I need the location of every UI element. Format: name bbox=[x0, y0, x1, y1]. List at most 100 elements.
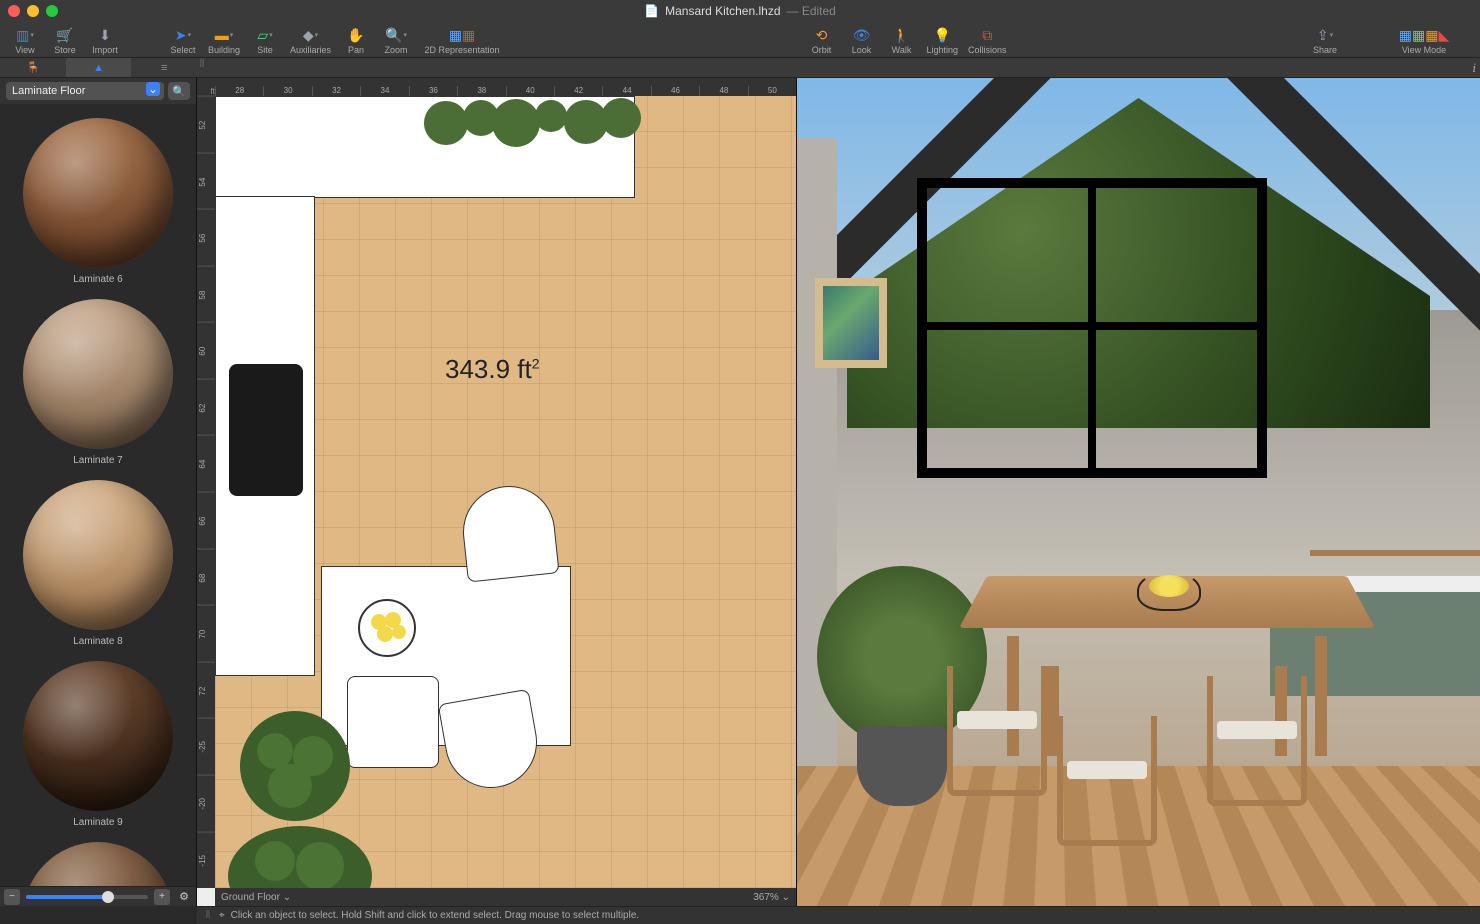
panel-splitter-bottom[interactable]: ⦀ bbox=[203, 910, 213, 921]
floor-plan-viewport[interactable]: 343.9 ft2 bbox=[215, 96, 796, 888]
site-icon: ▱▾ bbox=[254, 26, 276, 44]
material-item[interactable] bbox=[0, 832, 196, 886]
titlebar: 📄 Mansard Kitchen.lhzd — Edited bbox=[0, 0, 1480, 22]
view-icon: ▥▾ bbox=[14, 26, 36, 44]
import-button[interactable]: ⬇Import bbox=[86, 26, 124, 55]
settings-icon[interactable]: ⚙ bbox=[176, 889, 192, 905]
aux-label: Auxiliaries bbox=[290, 45, 331, 55]
store-button[interactable]: 🛒Store bbox=[46, 26, 84, 55]
collisions-button[interactable]: ⧉Collisions bbox=[964, 26, 1011, 55]
status-hint: Click an object to select. Hold Shift an… bbox=[231, 910, 640, 921]
window-frame bbox=[917, 178, 1267, 478]
store-label: Store bbox=[54, 45, 76, 55]
bulb-icon: 💡 bbox=[931, 26, 953, 44]
info-button[interactable]: i bbox=[1472, 60, 1476, 76]
2d-representation-button[interactable]: ▦ ▦2D Representation bbox=[417, 26, 507, 55]
walk-tool[interactable]: 🚶Walk bbox=[883, 26, 921, 55]
material-filter-select[interactable]: Laminate Floor bbox=[6, 82, 164, 100]
select-tool[interactable]: ➤▾Select bbox=[164, 26, 202, 55]
chevron-icon: ⌄ bbox=[782, 892, 790, 903]
import-icon: ⬇ bbox=[94, 26, 116, 44]
library-tab-materials[interactable]: ▲ bbox=[66, 58, 132, 77]
view-menu[interactable]: ▥▾View bbox=[6, 26, 44, 55]
search-icon: 🔍 bbox=[172, 85, 186, 98]
status-mode-icon: ⌖ bbox=[219, 910, 225, 921]
fruit-bowl-2d[interactable] bbox=[355, 596, 419, 663]
lighting-button[interactable]: 💡Lighting bbox=[923, 26, 963, 55]
zoom-slider[interactable] bbox=[26, 895, 148, 899]
material-label: Laminate 9 bbox=[73, 817, 122, 828]
minimize-window-button[interactable] bbox=[27, 5, 39, 17]
chair-3d-1 bbox=[947, 666, 1047, 796]
collisions-label: Collisions bbox=[968, 45, 1007, 55]
filename: Mansard Kitchen.lhzd bbox=[665, 4, 780, 18]
vertical-ruler: 5254565860626466687072-25-20-15 bbox=[197, 96, 215, 888]
material-item[interactable]: Laminate 7 bbox=[0, 289, 196, 470]
sidebar-panel-tabs: 🪑 ▲ ≡ ⦀ i bbox=[0, 58, 1480, 78]
share-button[interactable]: ⇪▾Share bbox=[1306, 26, 1344, 55]
orbit-icon: ⟲ bbox=[811, 26, 833, 44]
material-label: Laminate 6 bbox=[73, 274, 122, 285]
sidebar-footer: − + ⚙ bbox=[0, 886, 196, 906]
library-tab-list[interactable]: ≡ bbox=[131, 58, 197, 77]
chair-3d-2 bbox=[1057, 716, 1157, 846]
chevron-icon: ⌄ bbox=[283, 892, 291, 903]
share-icon: ⇪▾ bbox=[1314, 26, 1336, 44]
chair-3d-3 bbox=[1207, 676, 1307, 806]
bush-2[interactable] bbox=[225, 816, 375, 888]
panel-splitter-left[interactable]: ⦀ bbox=[197, 58, 207, 77]
select-label: Select bbox=[170, 45, 195, 55]
zoom-label: Zoom bbox=[385, 45, 408, 55]
chair-3[interactable] bbox=[347, 676, 439, 768]
canvas-footer: Ground Floor ⌄ 367% ⌄ bbox=[215, 888, 796, 906]
floor-level-select[interactable]: Ground Floor ⌄ bbox=[221, 892, 291, 903]
list-icon: ≡ bbox=[161, 62, 167, 74]
library-tab-furniture[interactable]: 🪑 bbox=[0, 58, 66, 77]
3d-view[interactable] bbox=[797, 78, 1480, 906]
2d-floor-plan[interactable]: ft 283032343638404244464850 525456586062… bbox=[197, 78, 797, 906]
zoom-value: 367% bbox=[753, 892, 779, 903]
walk-label: Walk bbox=[892, 45, 912, 55]
view-label: View bbox=[15, 45, 34, 55]
building-label: Building bbox=[208, 45, 240, 55]
material-item[interactable]: Laminate 9 bbox=[0, 651, 196, 832]
material-item[interactable]: Laminate 8 bbox=[0, 470, 196, 651]
site-tool[interactable]: ▱▾Site bbox=[246, 26, 284, 55]
zoom-tool[interactable]: 🔍▾Zoom bbox=[377, 26, 415, 55]
pan-tool[interactable]: ✋Pan bbox=[337, 26, 375, 55]
edited-status: — Edited bbox=[787, 4, 836, 18]
ruler-unit: ft bbox=[197, 78, 215, 96]
plant-top[interactable] bbox=[421, 96, 651, 158]
furniture-icon: 🪑 bbox=[26, 61, 40, 74]
zoom-out-button[interactable]: − bbox=[4, 889, 20, 905]
close-window-button[interactable] bbox=[8, 5, 20, 17]
orbit-tool[interactable]: ⟲Orbit bbox=[803, 26, 841, 55]
walk-icon: 🚶 bbox=[891, 26, 913, 44]
maximize-window-button[interactable] bbox=[46, 5, 58, 17]
view-mode-button[interactable]: ▦▦▦◣View Mode bbox=[1374, 26, 1474, 55]
look-tool[interactable]: 👁Look bbox=[843, 26, 881, 55]
sink[interactable] bbox=[229, 364, 303, 496]
look-label: Look bbox=[852, 45, 872, 55]
store-icon: 🛒 bbox=[54, 26, 76, 44]
horizontal-ruler: 283032343638404244464850 bbox=[215, 78, 796, 96]
document-icon: 📄 bbox=[644, 4, 659, 18]
import-label: Import bbox=[92, 45, 118, 55]
auxiliaries-tool[interactable]: ◆▾Auxiliaries bbox=[286, 26, 335, 55]
window-title: 📄 Mansard Kitchen.lhzd — Edited bbox=[644, 4, 836, 18]
material-preview bbox=[23, 480, 173, 630]
pan-label: Pan bbox=[348, 45, 364, 55]
filter-value: Laminate Floor bbox=[12, 85, 85, 97]
zoom-level-select[interactable]: 367% ⌄ bbox=[753, 892, 790, 903]
building-tool[interactable]: ▬▾Building bbox=[204, 26, 244, 55]
material-list[interactable]: Laminate 6 Laminate 7Laminate 8 Laminate 9 bbox=[0, 104, 196, 886]
material-preview bbox=[23, 118, 173, 268]
material-preview bbox=[23, 299, 173, 449]
floor-level-value: Ground Floor bbox=[221, 892, 280, 903]
view-mode-label: View Mode bbox=[1402, 45, 1446, 55]
material-item[interactable]: Laminate 6 bbox=[0, 108, 196, 289]
zoom-in-button[interactable]: + bbox=[154, 889, 170, 905]
bush-1[interactable] bbox=[235, 706, 355, 826]
zoom-icon: 🔍▾ bbox=[385, 26, 407, 44]
search-button[interactable]: 🔍 bbox=[168, 82, 190, 100]
